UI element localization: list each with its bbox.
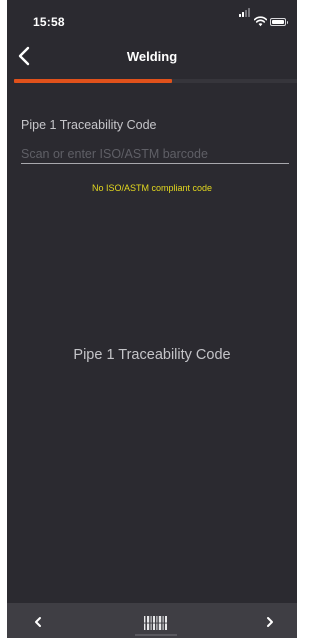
bottom-toolbar <box>7 603 297 638</box>
status-icons <box>239 8 291 27</box>
field-label: Pipe 1 Traceability Code <box>21 118 157 132</box>
chevron-left-icon <box>35 617 41 627</box>
home-indicator <box>135 634 177 636</box>
status-time: 15:58 <box>33 15 65 29</box>
app-header: Welding <box>7 38 297 74</box>
page-title: Welding <box>126 49 178 64</box>
previous-button[interactable] <box>29 612 47 632</box>
warning-message: No ISO/ASTM compliant code <box>91 183 213 193</box>
scan-barcode-button[interactable] <box>141 613 171 633</box>
progress-bar <box>14 79 297 83</box>
barcode-icon <box>142 616 170 630</box>
status-bar: 15:58 <box>7 0 297 38</box>
progress-bar-fill <box>14 79 173 83</box>
battery-icon <box>270 18 288 26</box>
chevron-right-icon <box>267 617 273 627</box>
app-screen: 15:58 Welding Pipe 1 Traceability Code N… <box>7 0 297 638</box>
next-button[interactable] <box>261 612 279 632</box>
barcode-preview-label: Pipe 1 Traceability Code <box>73 347 231 363</box>
wifi-icon <box>254 16 267 27</box>
barcode-input[interactable] <box>21 147 289 164</box>
